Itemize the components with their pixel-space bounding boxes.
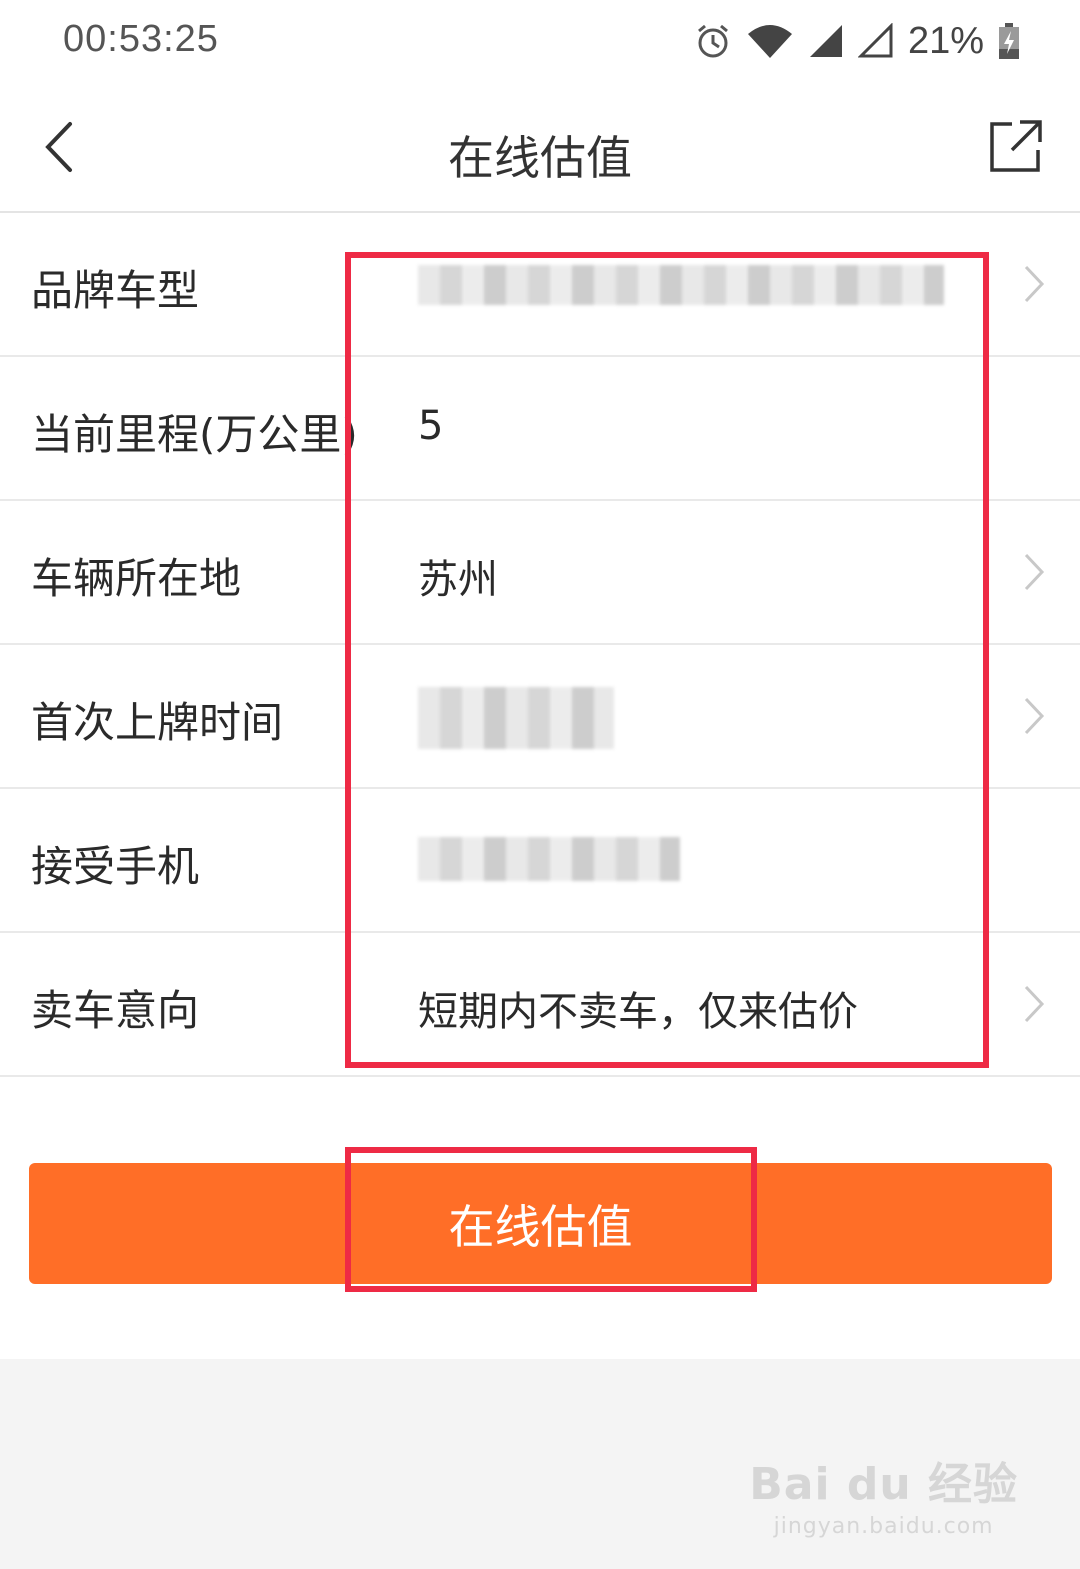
sell-intent-value: 短期内不卖车，仅来估价 — [418, 989, 858, 1035]
row-mileage[interactable]: 当前里程(万公里) 5 — [0, 357, 1080, 501]
mileage-input[interactable]: 5 — [418, 403, 443, 449]
location-value: 苏州 — [418, 557, 498, 603]
chevron-right-icon — [1024, 985, 1045, 1023]
chevron-right-icon — [1024, 553, 1045, 591]
chevron-right-icon — [1024, 265, 1045, 303]
row-location[interactable]: 车辆所在地 苏州 — [0, 501, 1080, 645]
status-bar: 00:53:25 21% — [0, 0, 1080, 84]
battery-charging-icon — [999, 23, 1019, 59]
signal-icon — [809, 25, 842, 57]
chevron-right-icon — [1024, 697, 1045, 735]
wifi-icon — [747, 25, 792, 58]
share-button[interactable] — [988, 118, 1044, 174]
row-label-phone: 接受手机 — [31, 842, 200, 891]
row-label-location: 车辆所在地 — [31, 554, 242, 603]
status-time: 00:53:25 — [63, 18, 219, 60]
row-label-mileage: 当前里程(万公里) — [31, 410, 358, 459]
watermark-sub: jingyan.baidu.com — [773, 1514, 994, 1539]
online-valuation-button[interactable]: 在线估值 — [29, 1163, 1052, 1284]
row-label-brand-model: 品牌车型 — [31, 266, 200, 315]
row-label-sell-intent: 卖车意向 — [31, 986, 200, 1035]
page-title: 在线估值 — [448, 131, 632, 185]
watermark-main: Bai du 经验 — [749, 1459, 1018, 1510]
row-sell-intent[interactable]: 卖车意向 短期内不卖车，仅来估价 — [0, 933, 1080, 1077]
row-brand-model[interactable]: 品牌车型 — [0, 213, 1080, 357]
row-label-first-registration: 首次上牌时间 — [31, 698, 284, 747]
valuation-form: 品牌车型 当前里程(万公里) 5 车辆所在地 苏州 首次上牌时间 接受手机 卖车… — [0, 213, 1080, 1077]
registration-date-value-redacted — [418, 687, 614, 749]
row-first-registration[interactable]: 首次上牌时间 — [0, 645, 1080, 789]
brand-model-value-redacted — [418, 265, 944, 305]
alarm-icon — [697, 24, 728, 58]
battery-percent: 21% — [907, 19, 984, 62]
status-icons: 21% — [694, 16, 1020, 66]
phone-value-redacted — [418, 837, 680, 881]
signal-empty-icon — [857, 23, 893, 58]
row-phone[interactable]: 接受手机 — [0, 789, 1080, 933]
online-valuation-button-label: 在线估值 — [448, 1199, 633, 1254]
baidu-watermark: Bai du 经验 jingyan.baidu.com — [749, 1448, 1018, 1539]
nav-header: 在线估值 — [0, 84, 1080, 213]
share-icon — [990, 120, 1042, 172]
